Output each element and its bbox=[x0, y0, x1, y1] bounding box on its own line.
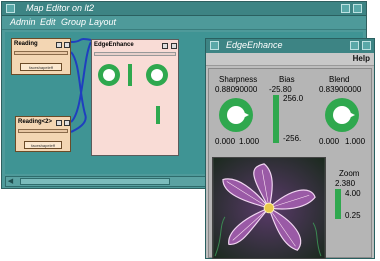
reading-module[interactable]: Reading faceshapeleff bbox=[11, 38, 71, 75]
edge-enhanced-flower-image[interactable] bbox=[212, 157, 326, 259]
edgeenhance-window: EdgeEnhance Help Sharpness 0.88090000 0.… bbox=[205, 38, 375, 259]
blend-dial[interactable] bbox=[325, 98, 359, 132]
sharpness-value[interactable]: 0.88090000 bbox=[215, 85, 257, 94]
menu-admin[interactable]: Admin bbox=[10, 17, 36, 27]
module-progress bbox=[14, 51, 68, 55]
reading2-module[interactable]: Reading<2> faceshapeleff bbox=[15, 116, 71, 152]
menu-edit[interactable]: Edit bbox=[40, 17, 56, 27]
menu-group[interactable]: Group bbox=[61, 17, 86, 27]
minimize-icon[interactable] bbox=[341, 4, 350, 13]
help-button[interactable]: Help bbox=[353, 54, 370, 63]
mini-bias-slider[interactable] bbox=[128, 64, 132, 86]
connection-wire bbox=[70, 38, 92, 43]
sharpness-max: 1.000 bbox=[239, 137, 260, 146]
module-grip-icon[interactable] bbox=[162, 43, 168, 49]
module-grip-icon[interactable] bbox=[56, 42, 62, 48]
scroll-thumb[interactable] bbox=[20, 178, 170, 185]
zoom-min: 0.25 bbox=[345, 211, 361, 220]
mini-sharpness-dial[interactable] bbox=[98, 64, 120, 86]
module-close-icon[interactable] bbox=[64, 42, 70, 48]
bias-min: -256. bbox=[283, 134, 302, 143]
bias-max: 256.0 bbox=[283, 94, 304, 103]
maximize-icon[interactable] bbox=[362, 41, 371, 50]
blend-value[interactable]: 0.83900000 bbox=[319, 85, 361, 94]
mini-blend-dial[interactable] bbox=[146, 64, 168, 86]
blend-label: Blend bbox=[329, 75, 350, 84]
blend-max: 1.000 bbox=[345, 137, 366, 146]
module-file-label: faceshapeleff bbox=[24, 141, 62, 149]
window-title: EdgeEnhance bbox=[226, 40, 283, 50]
mini-zoom-slider[interactable] bbox=[156, 106, 160, 124]
module-close-icon[interactable] bbox=[64, 120, 70, 126]
blend-min: 0.000 bbox=[319, 137, 340, 146]
sharpness-min: 0.000 bbox=[215, 137, 236, 146]
sharpness-label: Sharpness bbox=[219, 75, 258, 84]
connection-wire bbox=[70, 41, 92, 123]
module-grip-icon[interactable] bbox=[56, 120, 62, 126]
maximize-icon[interactable] bbox=[353, 4, 362, 13]
menu-layout[interactable]: Layout bbox=[89, 17, 116, 27]
module-progress bbox=[18, 129, 68, 133]
bias-value[interactable]: -25.80 bbox=[269, 85, 292, 94]
module-file-label: faceshapeleff bbox=[20, 63, 62, 71]
bias-label: Bias bbox=[279, 75, 295, 84]
module-close-icon[interactable] bbox=[171, 43, 177, 49]
sharpness-dial[interactable] bbox=[219, 98, 253, 132]
map-editor-titlebar[interactable]: Map Editor on lt2 bbox=[2, 2, 366, 16]
window-title: Map Editor on lt2 bbox=[26, 3, 95, 13]
edgeenhance-module[interactable]: EdgeEnhance bbox=[91, 39, 179, 156]
zoom-value[interactable]: 2.380 bbox=[335, 179, 355, 188]
bias-slider[interactable] bbox=[273, 95, 279, 143]
menu-bar: Admin Edit Group Layout bbox=[2, 16, 366, 30]
module-title: EdgeEnhance bbox=[94, 42, 134, 48]
zoom-max: 4.00 bbox=[345, 189, 361, 198]
zoom-slider[interactable] bbox=[335, 189, 341, 219]
module-progress bbox=[94, 52, 176, 56]
dial-pointer-icon bbox=[243, 112, 249, 118]
zoom-label: Zoom bbox=[339, 169, 360, 178]
minimize-icon[interactable] bbox=[350, 41, 359, 50]
window-menu-icon[interactable] bbox=[6, 4, 15, 13]
scroll-left-icon[interactable]: ◀ bbox=[6, 177, 15, 186]
module-title: Reading bbox=[14, 41, 38, 47]
module-title: Reading<2> bbox=[18, 119, 53, 125]
window-menu-icon[interactable] bbox=[210, 41, 219, 50]
dial-pointer-icon bbox=[349, 112, 355, 118]
edgeenhance-titlebar[interactable]: EdgeEnhance bbox=[206, 39, 374, 53]
help-bar: Help bbox=[206, 53, 374, 66]
